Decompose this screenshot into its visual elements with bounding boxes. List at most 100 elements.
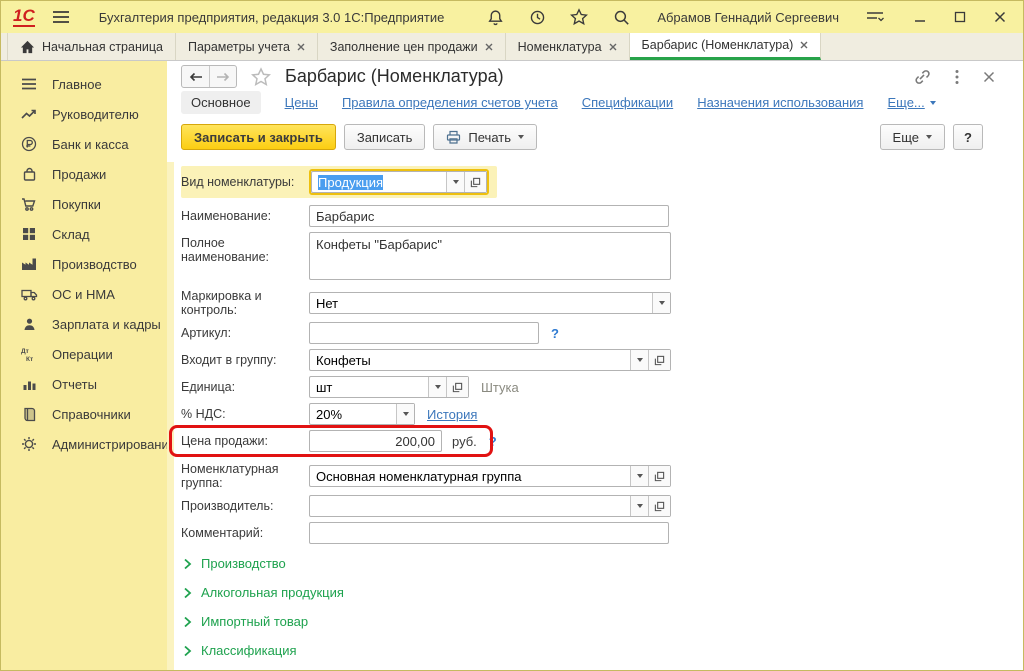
sidebar-item-administrirovanie[interactable]: Администрирование (1, 429, 167, 459)
sidebar-item-os-i-nma[interactable]: ОС и НМА (1, 279, 167, 309)
search-icon[interactable] (611, 7, 631, 27)
chevron-down-icon (926, 135, 932, 139)
link-icon[interactable] (913, 68, 931, 86)
edinica-input[interactable] (310, 377, 428, 397)
open-icon[interactable] (648, 466, 670, 486)
favorite-star-icon[interactable] (251, 67, 271, 87)
field-nomenklaturnaya-gruppa: Номенклатурная группа: (181, 462, 1023, 490)
tab-nomenklatura[interactable]: Номенклатура (506, 33, 630, 60)
sidebar-item-sklad[interactable]: Склад (1, 219, 167, 249)
more-menu-icon[interactable] (955, 69, 959, 85)
close-icon[interactable] (989, 7, 1011, 27)
nav-link-pravila-schetov[interactable]: Правила определения счетов учета (342, 95, 558, 110)
section-importnyj-tovar[interactable]: Импортный товар (183, 614, 1023, 629)
close-tab-icon[interactable] (485, 43, 493, 51)
open-icon[interactable] (464, 172, 486, 192)
sidebar-item-otchety[interactable]: Отчеты (1, 369, 167, 399)
dropdown-icon[interactable] (446, 172, 464, 192)
dropdown-icon[interactable] (396, 404, 414, 424)
title-bar: 1С Бухгалтерия предприятия, редакция 3.0… (1, 1, 1023, 33)
dropdown-icon[interactable] (630, 496, 648, 516)
save-and-close-button[interactable]: Записать и закрыть (181, 124, 336, 150)
chevron-down-icon (518, 135, 524, 139)
grid-squares-icon (19, 225, 39, 243)
help-button[interactable]: ? (953, 124, 983, 150)
sidebar-item-bank-i-kassa[interactable]: Банк и касса (1, 129, 167, 159)
sidebar-item-glavnoe[interactable]: Главное (1, 69, 167, 99)
section-proizvodstvo[interactable]: Производство (183, 556, 1023, 571)
tab-parametry-ucheta[interactable]: Параметры учета (176, 33, 318, 60)
tab-barbaris[interactable]: Барбарис (Номенклатура) (630, 33, 822, 60)
maximize-icon[interactable] (949, 7, 971, 27)
close-tab-icon[interactable] (800, 41, 808, 49)
sidebar-item-prodazhi[interactable]: Продажи (1, 159, 167, 189)
minimize-icon[interactable] (909, 7, 931, 27)
chevron-down-icon (930, 101, 936, 105)
help-icon[interactable]: ? (551, 326, 559, 341)
proizvoditel-input[interactable] (310, 496, 630, 516)
print-button[interactable]: Печать (433, 124, 537, 150)
back-button[interactable] (182, 66, 209, 87)
nom-gruppa-input[interactable] (310, 466, 630, 486)
gruppa-input[interactable] (310, 350, 630, 370)
fields-panel: Вид номенклатуры: Продукция Наименование… (167, 162, 1023, 671)
artikul-input[interactable] (309, 322, 539, 344)
home-icon (20, 40, 35, 54)
field-vhodit-v-gruppu: Входит в группу: (181, 349, 1023, 371)
sidebar-item-rukovoditelyu[interactable]: Руководителю (1, 99, 167, 129)
naimenovanie-input[interactable] (309, 205, 669, 227)
gear-icon (19, 435, 39, 453)
dropdown-icon[interactable] (630, 466, 648, 486)
dropdown-icon[interactable] (652, 293, 670, 313)
save-button[interactable]: Записать (344, 124, 426, 150)
section-alkogolnaya-produkciya[interactable]: Алкогольная продукция (183, 585, 1023, 600)
favorites-star-icon[interactable] (569, 7, 589, 27)
nav-link-ceny[interactable]: Цены (285, 95, 318, 110)
nav-more-button[interactable]: Еще... (887, 95, 935, 110)
cena-prodazhi-input[interactable] (309, 430, 442, 452)
field-edinica: Единица: Штука (181, 376, 1023, 398)
svg-text:Кт: Кт (26, 356, 33, 362)
app-window: 1С Бухгалтерия предприятия, редакция 3.0… (0, 0, 1024, 671)
open-icon[interactable] (648, 350, 670, 370)
app-title: Бухгалтерия предприятия, редакция 3.0 1С… (99, 10, 445, 25)
history-icon[interactable] (527, 7, 547, 27)
nav-tab-osnovnoe[interactable]: Основное (181, 91, 261, 114)
sidebar-item-zarplata-i-kadry[interactable]: Зарплата и кадры (1, 309, 167, 339)
vid-nomenklatury-input[interactable]: Продукция (312, 172, 446, 192)
tab-home[interactable]: Начальная страница (7, 33, 176, 60)
open-icon[interactable] (446, 377, 468, 397)
shopping-bag-icon (19, 165, 39, 183)
markirovka-input[interactable] (310, 293, 652, 313)
sidebar-item-pokupki[interactable]: Покупки (1, 189, 167, 219)
kommentarij-input[interactable] (309, 522, 669, 544)
current-user[interactable]: Абрамов Геннадий Сергеевич (657, 10, 839, 25)
nds-input[interactable] (310, 404, 396, 424)
section-klassifikaciya[interactable]: Классификация (183, 643, 1023, 658)
dropdown-icon[interactable] (428, 377, 446, 397)
service-menu-icon[interactable] (865, 7, 885, 27)
polnoe-naimenovanie-input[interactable]: Конфеты "Барбарис" (309, 232, 671, 280)
nav-link-naznacheniya[interactable]: Назначения использования (697, 95, 863, 110)
sidebar-item-spravochniki[interactable]: Справочники (1, 399, 167, 429)
tab-zapolnenie-cen[interactable]: Заполнение цен продажи (318, 33, 506, 60)
main-menu-icon[interactable] (51, 7, 71, 27)
close-tab-icon[interactable] (297, 43, 305, 51)
forward-button[interactable] (209, 66, 236, 87)
sidebar-item-proizvodstvo[interactable]: Производство (1, 249, 167, 279)
sidebar-item-operacii[interactable]: ДтКт Операции (1, 339, 167, 369)
istoriya-link[interactable]: История (427, 407, 477, 422)
open-icon[interactable] (648, 496, 670, 516)
notifications-bell-icon[interactable] (485, 7, 505, 27)
nav-link-specifikacii[interactable]: Спецификации (582, 95, 674, 110)
printer-icon (446, 130, 461, 144)
close-form-icon[interactable] (983, 71, 995, 83)
field-proizvoditel: Производитель: (181, 495, 1023, 517)
more-button[interactable]: Еще (880, 124, 945, 150)
help-icon[interactable]: ? (489, 434, 497, 449)
field-naimenovanie: Наименование: (181, 205, 1023, 227)
factory-icon (19, 255, 39, 273)
close-tab-icon[interactable] (609, 43, 617, 51)
dropdown-icon[interactable] (630, 350, 648, 370)
truck-icon (19, 285, 39, 303)
